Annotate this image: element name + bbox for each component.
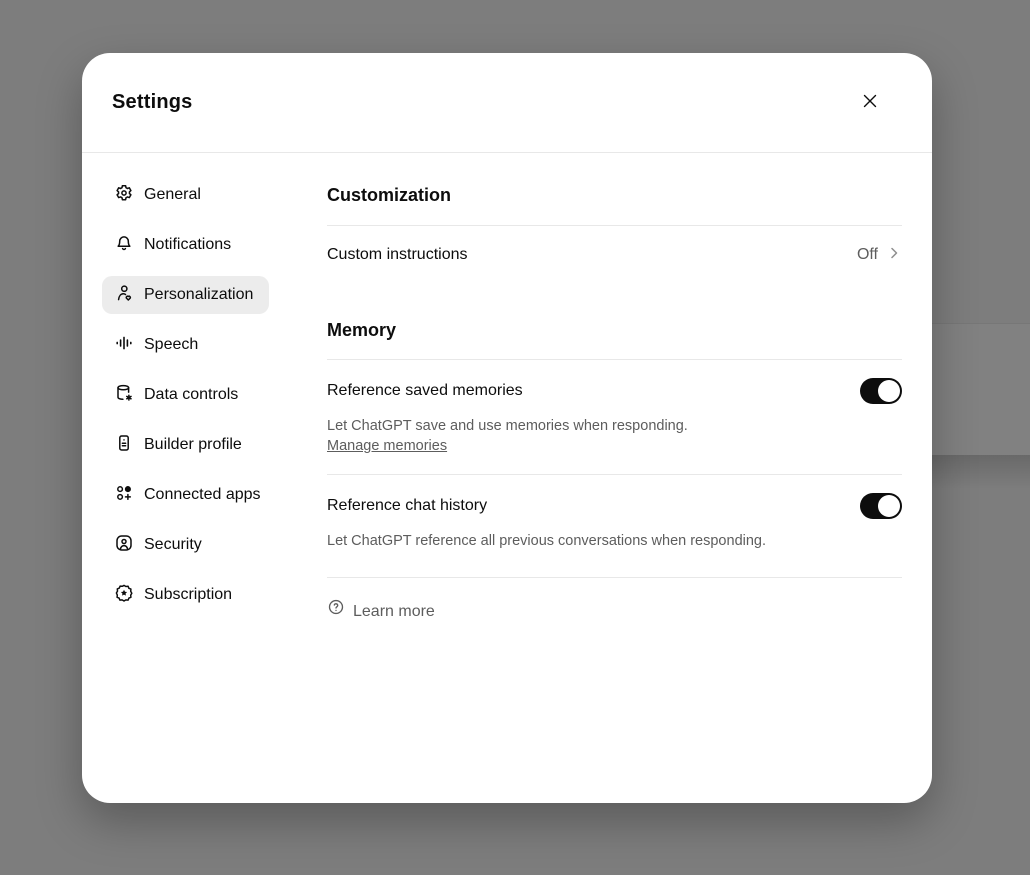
profile-card-icon bbox=[114, 433, 134, 458]
sidebar-item-label: Personalization bbox=[144, 286, 253, 304]
person-heart-icon bbox=[114, 283, 134, 308]
reference-saved-memories-row: Reference saved memories Let ChatGPT sav… bbox=[327, 360, 902, 475]
apps-grid-plus-icon bbox=[114, 483, 134, 508]
sidebar-item-label: Security bbox=[144, 536, 202, 554]
reference-chat-history-row: Reference chat history Let ChatGPT refer… bbox=[327, 475, 902, 578]
settings-sidebar: General Notifications bbox=[82, 153, 327, 626]
sidebar-item-builder-profile[interactable]: Builder profile bbox=[102, 426, 258, 464]
gear-icon bbox=[114, 183, 134, 208]
learn-more-button[interactable]: Learn more bbox=[327, 598, 435, 626]
sidebar-item-label: Notifications bbox=[144, 236, 231, 254]
settings-dialog: Settings General bbox=[82, 53, 932, 803]
sidebar-item-label: Connected apps bbox=[144, 486, 261, 504]
learn-more-label: Learn more bbox=[353, 598, 435, 626]
chat-history-toggle[interactable] bbox=[860, 493, 902, 519]
sidebar-item-label: Data controls bbox=[144, 386, 238, 404]
memory-heading: Memory bbox=[327, 284, 902, 360]
sidebar-item-general[interactable]: General bbox=[102, 176, 217, 214]
dialog-header: Settings bbox=[82, 53, 932, 153]
dimmed-background-card bbox=[932, 323, 1030, 455]
reference-chat-history-label: Reference chat history bbox=[327, 494, 487, 518]
question-circle-icon bbox=[327, 598, 345, 626]
manage-memories-link[interactable]: Manage memories bbox=[327, 436, 447, 456]
sidebar-item-speech[interactable]: Speech bbox=[102, 326, 214, 364]
chevron-right-icon bbox=[886, 245, 902, 266]
custom-instructions-value: Off bbox=[857, 246, 878, 264]
sidebar-item-label: Subscription bbox=[144, 586, 232, 604]
settings-content: Customization Custom instructions Off Me… bbox=[327, 153, 932, 626]
waveform-icon bbox=[114, 333, 134, 358]
custom-instructions-label: Custom instructions bbox=[327, 243, 468, 267]
sidebar-item-label: Speech bbox=[144, 336, 198, 354]
toggle-knob bbox=[878, 495, 900, 517]
custom-instructions-value-button[interactable]: Off bbox=[857, 245, 902, 266]
sidebar-item-label: General bbox=[144, 186, 201, 204]
database-gear-icon bbox=[114, 383, 134, 408]
sidebar-item-personalization[interactable]: Personalization bbox=[102, 276, 269, 314]
toggle-knob bbox=[878, 380, 900, 402]
sidebar-item-security[interactable]: Security bbox=[102, 526, 218, 564]
customization-heading: Customization bbox=[327, 153, 902, 226]
sidebar-item-subscription[interactable]: Subscription bbox=[102, 576, 248, 614]
sidebar-item-label: Builder profile bbox=[144, 436, 242, 454]
dialog-body: General Notifications bbox=[82, 153, 932, 626]
sidebar-item-notifications[interactable]: Notifications bbox=[102, 226, 247, 264]
chat-history-description: Let ChatGPT reference all previous conve… bbox=[327, 531, 902, 551]
person-badge-icon bbox=[114, 533, 134, 558]
sidebar-item-data-controls[interactable]: Data controls bbox=[102, 376, 254, 414]
star-seal-icon bbox=[114, 583, 134, 608]
bell-icon bbox=[114, 233, 134, 258]
dimmed-background-card-shadow bbox=[932, 455, 1030, 489]
saved-memories-toggle[interactable] bbox=[860, 378, 902, 404]
dialog-title: Settings bbox=[112, 91, 193, 114]
saved-memories-description: Let ChatGPT save and use memories when r… bbox=[327, 416, 902, 436]
custom-instructions-row[interactable]: Custom instructions Off bbox=[327, 226, 902, 284]
close-icon bbox=[859, 90, 881, 115]
reference-saved-memories-label: Reference saved memories bbox=[327, 379, 523, 403]
sidebar-item-connected-apps[interactable]: Connected apps bbox=[102, 476, 277, 514]
close-button[interactable] bbox=[854, 87, 886, 119]
